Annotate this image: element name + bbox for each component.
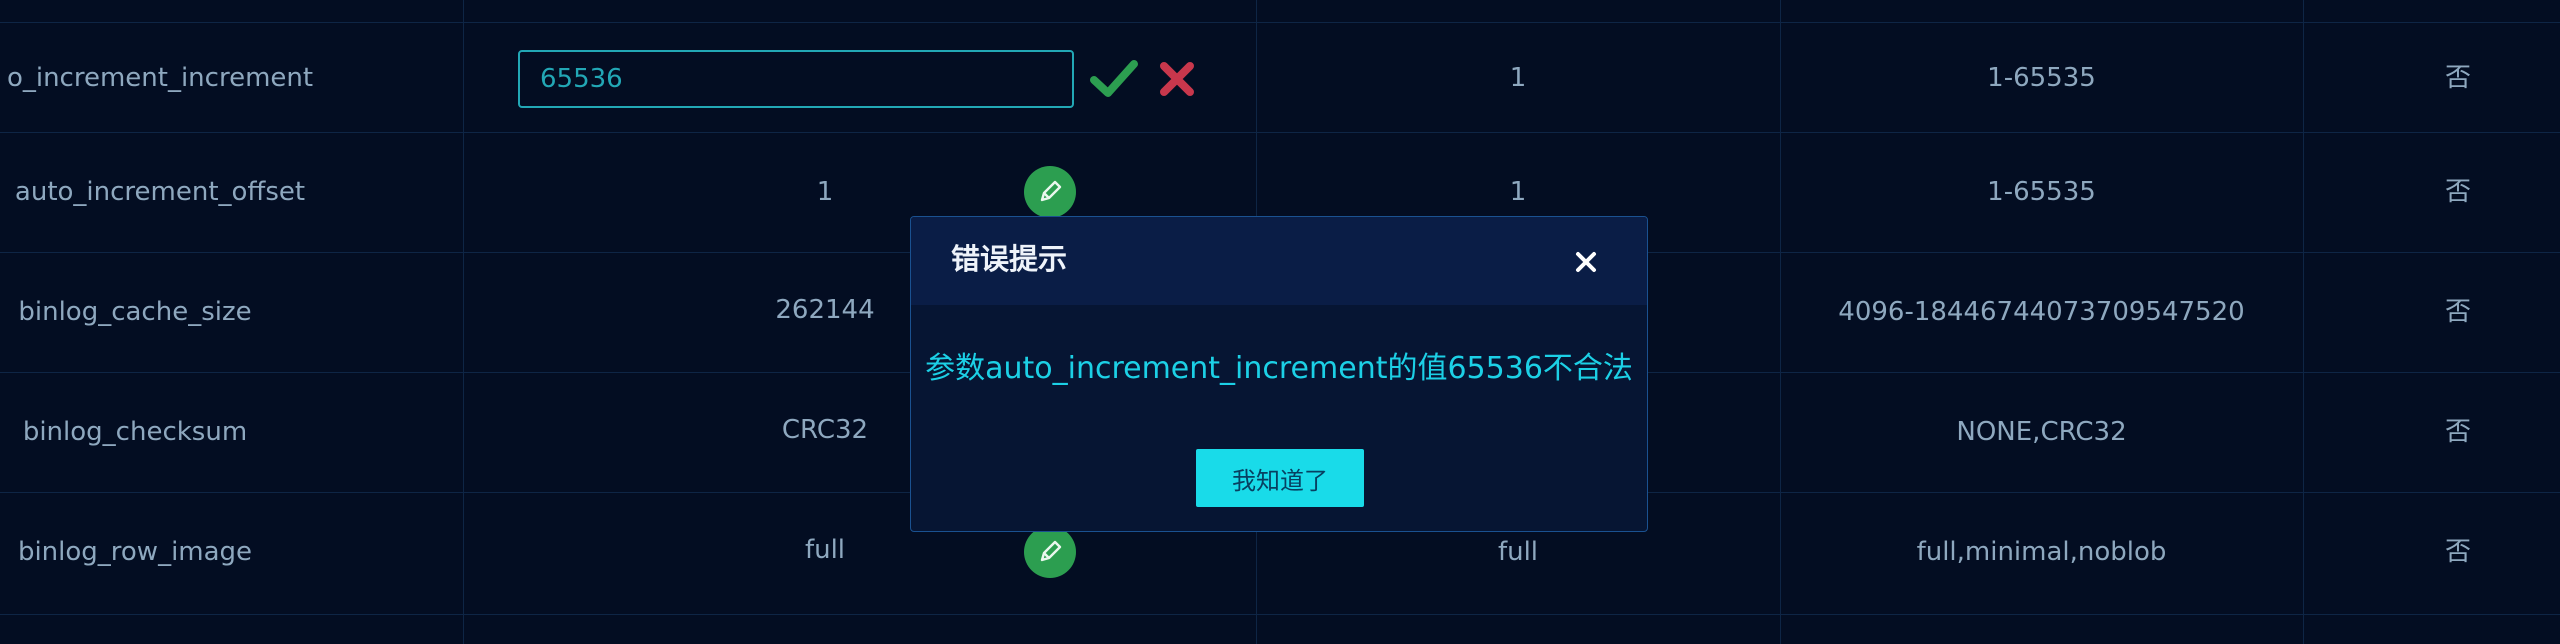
param-name: binlog_row_image — [17, 537, 253, 567]
param-range: 1-65535 — [1987, 177, 2096, 207]
column-divider — [463, 0, 464, 644]
param-restart-flag: 否 — [2444, 417, 2471, 447]
param-restart-flag: 否 — [2444, 537, 2471, 567]
param-range: full,minimal,noblob — [1916, 537, 2167, 567]
param-restart-flag: 否 — [2444, 63, 2471, 93]
param-name: o_increment_increment — [6, 63, 314, 93]
x-icon[interactable] — [1158, 60, 1196, 102]
param-restart-flag: 否 — [2444, 177, 2471, 207]
param-name: binlog_checksum — [22, 417, 248, 447]
dialog-header: 错误提示 — [911, 217, 1647, 305]
param-value: full — [804, 535, 846, 565]
ok-button[interactable]: 我知道了 — [1196, 449, 1364, 507]
check-icon[interactable] — [1090, 58, 1138, 102]
edit-pencil-icon[interactable] — [1024, 166, 1076, 218]
param-default: 1 — [1509, 177, 1527, 207]
row-divider — [0, 132, 2560, 133]
param-range: 4096-18446744073709547520 — [1838, 297, 2245, 327]
error-dialog: 错误提示 参数auto_increment_increment的值65536不合… — [910, 216, 1648, 532]
param-name: binlog_cache_size — [18, 297, 252, 327]
param-range: 1-65535 — [1987, 63, 2096, 93]
param-default: 1 — [1509, 63, 1527, 93]
param-name: auto_increment_offset — [14, 177, 306, 207]
dialog-title: 错误提示 — [951, 242, 1068, 276]
param-value: 1 — [816, 177, 834, 207]
close-icon[interactable] — [1571, 247, 1601, 277]
edit-pencil-icon[interactable] — [1024, 526, 1076, 578]
dialog-message: 参数auto_increment_increment的值65536不合法 — [925, 351, 1633, 386]
row-divider — [0, 22, 2560, 23]
row-divider — [0, 614, 2560, 615]
param-restart-flag: 否 — [2444, 297, 2471, 327]
param-value-input[interactable] — [518, 50, 1074, 108]
param-default: full — [1497, 537, 1539, 567]
param-range: NONE,CRC32 — [1956, 417, 2127, 447]
